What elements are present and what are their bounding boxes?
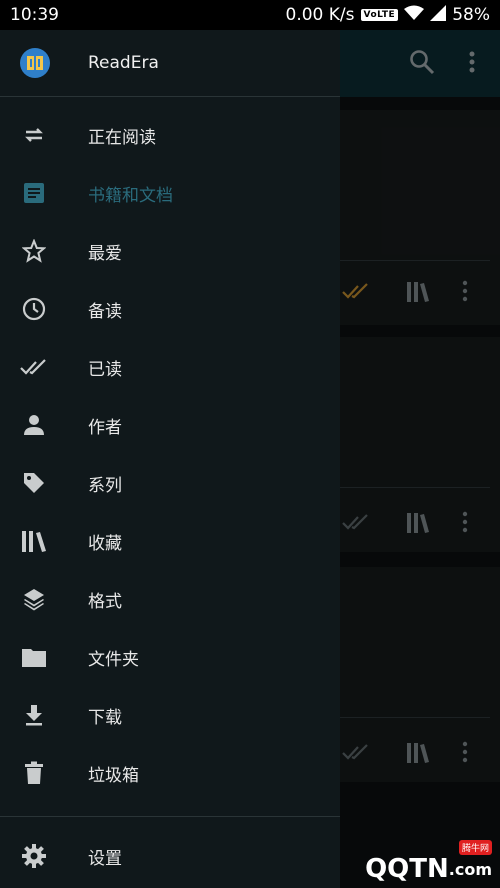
menu-item-collections[interactable]: 收藏 (0, 512, 340, 570)
watermark-logo: QQTN .com 腾牛网 (365, 840, 492, 884)
menu-item-label: 书籍和文档 (88, 185, 173, 206)
library-icon (20, 527, 48, 555)
tag-icon (20, 469, 48, 497)
menu-item-reading[interactable]: 正在阅读 (0, 106, 340, 164)
menu-item-settings[interactable]: 设置 (0, 827, 340, 885)
app-logo-icon (20, 48, 50, 78)
star-icon (20, 237, 48, 265)
menu-item-label: 系列 (88, 475, 122, 496)
person-icon (20, 411, 48, 439)
document-icon (20, 179, 48, 207)
signal-icon (430, 4, 447, 26)
status-bar: 10:39 0.00 K/s VoLTE 58% (0, 0, 500, 30)
watermark-badge: 腾牛网 (458, 840, 492, 855)
drawer-header: ReadEra (0, 30, 340, 97)
layers-icon (20, 585, 48, 613)
volte-badge: VoLTE (360, 9, 399, 21)
menu-item-formats[interactable]: 格式 (0, 570, 340, 628)
menu-item-label: 设置 (88, 848, 122, 869)
battery-level: 58% (452, 5, 490, 25)
download-icon (20, 701, 48, 729)
menu-item-books-documents[interactable]: 书籍和文档 (0, 164, 340, 222)
double-check-icon (20, 353, 48, 381)
menu-item-label: 已读 (88, 359, 122, 380)
menu-item-label: 最爱 (88, 243, 122, 264)
drawer-divider (0, 816, 340, 817)
watermark-suffix: .com (448, 859, 492, 879)
net-speed: 0.00 K/s (285, 5, 355, 25)
menu-item-label: 备读 (88, 301, 122, 322)
gear-icon (20, 842, 48, 870)
menu-item-have-read[interactable]: 已读 (0, 338, 340, 396)
status-time: 10:39 (10, 5, 59, 25)
menu-item-label: 作者 (88, 417, 122, 438)
app-name: ReadEra (88, 53, 159, 73)
repeat-icon (20, 121, 48, 149)
trash-icon (20, 759, 48, 787)
menu-item-authors[interactable]: 作者 (0, 396, 340, 454)
folder-icon (20, 643, 48, 671)
menu-item-label: 格式 (88, 591, 122, 612)
watermark-text: QQTN (365, 854, 449, 884)
menu-item-trash[interactable]: 垃圾箱 (0, 744, 340, 802)
menu-item-folders[interactable]: 文件夹 (0, 628, 340, 686)
clock-icon (20, 295, 48, 323)
menu-item-to-read[interactable]: 备读 (0, 280, 340, 338)
navigation-drawer: ReadEra 正在阅读 书籍和文档 最爱 备读 已读 作者 系列 收藏 格式 … (0, 30, 340, 888)
menu-item-label: 文件夹 (88, 649, 139, 670)
menu-item-downloads[interactable]: 下载 (0, 686, 340, 744)
menu-item-label: 下载 (88, 707, 122, 728)
menu-item-label: 正在阅读 (88, 127, 156, 148)
menu-item-label: 垃圾箱 (88, 765, 139, 786)
menu-item-favorites[interactable]: 最爱 (0, 222, 340, 280)
menu-item-label: 收藏 (88, 533, 122, 554)
menu-item-series[interactable]: 系列 (0, 454, 340, 512)
wifi-icon (404, 5, 425, 26)
